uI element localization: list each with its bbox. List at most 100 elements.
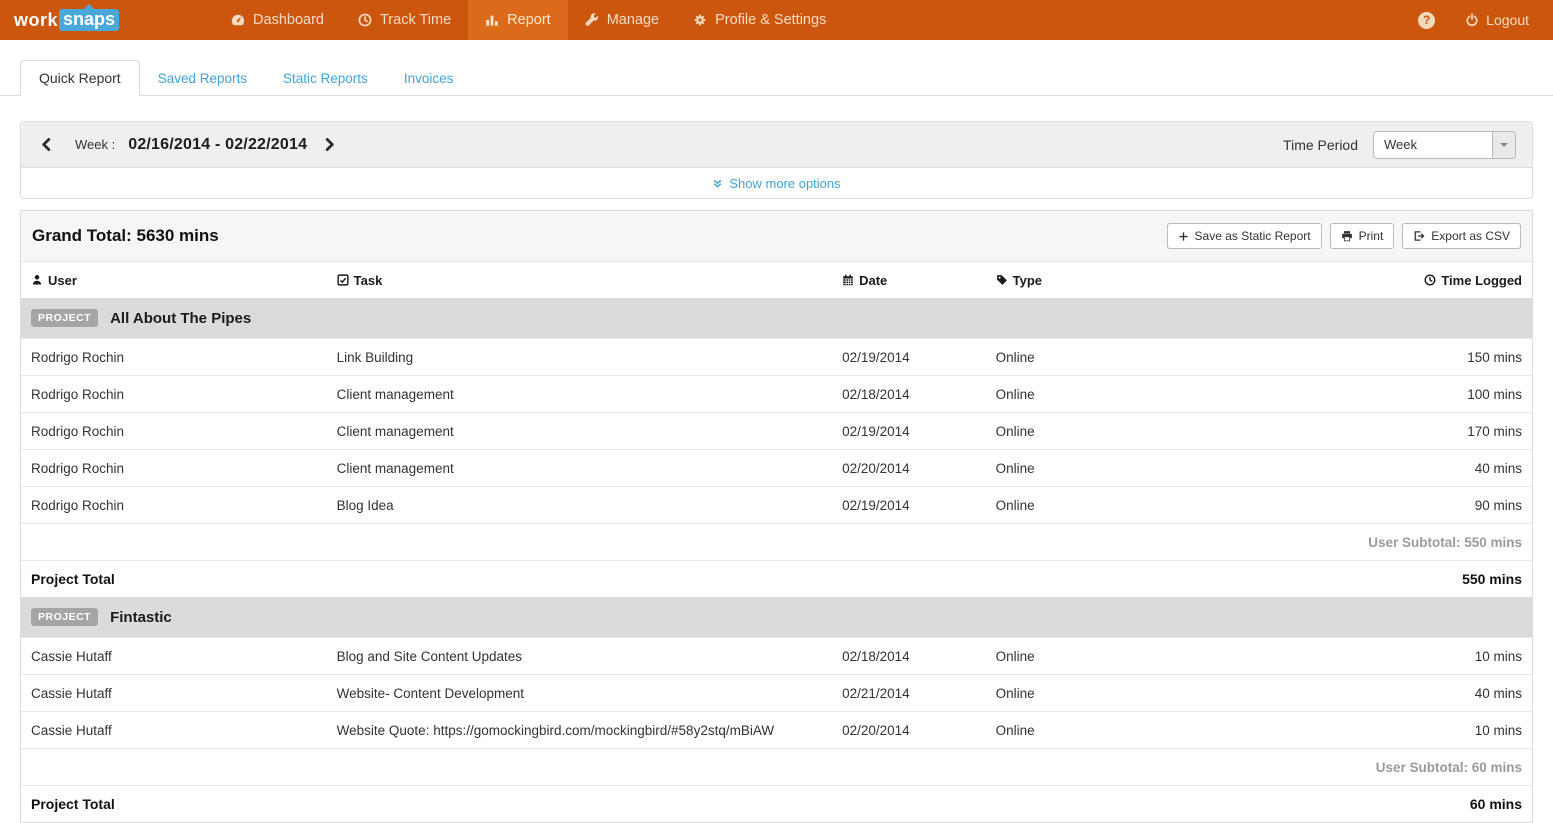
nav-dashboard[interactable]: Dashboard [214, 0, 341, 40]
cell-date: 02/18/2014 [842, 649, 996, 664]
cell-date: 02/20/2014 [842, 461, 996, 476]
user-subtotal: User Subtotal: 60 mins [1376, 760, 1522, 775]
tag-icon [996, 274, 1008, 286]
cell-date: 02/19/2014 [842, 350, 996, 365]
show-more-options-link[interactable]: Show more options [712, 176, 840, 191]
week-selector-bar: Week : 02/16/2014 - 02/22/2014 Time Peri… [21, 122, 1532, 168]
cell-time-logged: 100 mins [1160, 387, 1522, 402]
table-header-row: User Task Date Type Time Logged [21, 262, 1532, 298]
user-subtotal: User Subtotal: 550 mins [1368, 535, 1522, 550]
cell-task: Website Quote: https://gomockingbird.com… [337, 723, 842, 738]
cell-task: Client management [337, 461, 842, 476]
user-subtotal-row: User Subtotal: 60 mins [21, 748, 1532, 785]
grand-total: Grand Total: 5630 mins [32, 226, 219, 246]
check-square-icon [337, 274, 349, 286]
column-label: Time Logged [1441, 273, 1522, 288]
help-icon[interactable]: ? [1418, 12, 1435, 29]
top-navbar: worksnaps Dashboard Track Time Report Ma… [0, 0, 1553, 40]
cell-user: Rodrigo Rochin [31, 387, 337, 402]
next-week-button[interactable] [320, 135, 339, 154]
previous-week-button[interactable] [37, 135, 56, 154]
nav-profile-settings[interactable]: Profile & Settings [676, 0, 843, 40]
cell-user: Rodrigo Rochin [31, 461, 337, 476]
cell-time-logged: 40 mins [1160, 461, 1522, 476]
time-period-select[interactable]: Week [1373, 131, 1516, 159]
tab-saved-reports[interactable]: Saved Reports [140, 62, 265, 95]
cell-type: Online [996, 649, 1160, 664]
tab-invoices[interactable]: Invoices [386, 62, 472, 95]
cell-task: Client management [337, 424, 842, 439]
project-name: All About The Pipes [110, 310, 251, 327]
cell-user: Cassie Hutaff [31, 723, 337, 738]
project-total-value: 550 mins [1462, 571, 1522, 587]
cell-time-logged: 170 mins [1160, 424, 1522, 439]
report-header: Grand Total: 5630 mins Save as Static Re… [21, 211, 1532, 262]
cell-type: Online [996, 461, 1160, 476]
cell-task: Blog Idea [337, 498, 842, 513]
printer-icon [1341, 230, 1353, 242]
logout-button[interactable]: Logout [1465, 12, 1529, 28]
column-label: Type [1013, 273, 1042, 288]
settings-icon [693, 13, 707, 27]
cell-task: Client management [337, 387, 842, 402]
cell-task: Blog and Site Content Updates [337, 649, 842, 664]
column-header-date: Date [842, 273, 996, 288]
nav-item-label: Track Time [380, 12, 451, 28]
table-row: Rodrigo Rochin Link Building 02/19/2014 … [21, 338, 1532, 375]
cell-type: Online [996, 686, 1160, 701]
cell-type: Online [996, 424, 1160, 439]
cell-user: Cassie Hutaff [31, 686, 337, 701]
table-row: Cassie Hutaff Website- Content Developme… [21, 674, 1532, 711]
report-actions: Save as Static Report Print Export as CS… [1167, 223, 1521, 249]
project-total-row: Project Total 60 mins [21, 785, 1532, 822]
project-name: Fintastic [110, 609, 172, 626]
cell-time-logged: 40 mins [1160, 686, 1522, 701]
cell-time-logged: 90 mins [1160, 498, 1522, 513]
print-button[interactable]: Print [1330, 223, 1395, 249]
export-csv-button[interactable]: Export as CSV [1402, 223, 1521, 249]
show-more-options-label: Show more options [729, 176, 840, 191]
week-navigation: Week : 02/16/2014 - 02/22/2014 [37, 135, 339, 154]
cell-date: 02/19/2014 [842, 498, 996, 513]
double-chevron-down-icon [712, 178, 723, 189]
table-row: Cassie Hutaff Website Quote: https://gom… [21, 711, 1532, 748]
user-subtotal-row: User Subtotal: 550 mins [21, 523, 1532, 560]
cell-time-logged: 10 mins [1160, 649, 1522, 664]
project-badge: PROJECT [31, 309, 98, 327]
manage-icon [585, 13, 599, 27]
worksnaps-logo[interactable]: worksnaps [14, 9, 119, 31]
logo-text-work: work [14, 10, 58, 31]
main-nav: Dashboard Track Time Report Manage Profi… [214, 0, 843, 40]
nav-report[interactable]: Report [468, 0, 568, 40]
export-csv-label: Export as CSV [1431, 229, 1510, 243]
chevron-down-icon [1500, 143, 1508, 151]
dashboard-icon [231, 13, 245, 27]
tab-label: Quick Report [39, 70, 121, 86]
cell-task: Link Building [337, 350, 842, 365]
cell-date: 02/18/2014 [842, 387, 996, 402]
week-date-range: 02/16/2014 - 02/22/2014 [128, 136, 307, 154]
tab-quick-report[interactable]: Quick Report [20, 60, 140, 96]
time-period-value: Week [1374, 137, 1417, 152]
nav-track-time[interactable]: Track Time [341, 0, 468, 40]
select-dropdown-button[interactable] [1492, 132, 1515, 158]
time-period-label: Time Period [1283, 137, 1358, 153]
report-panel: Grand Total: 5630 mins Save as Static Re… [20, 210, 1533, 823]
save-static-report-button[interactable]: Save as Static Report [1167, 223, 1322, 249]
cell-task: Website- Content Development [337, 686, 842, 701]
cell-date: 02/19/2014 [842, 424, 996, 439]
cell-date: 02/20/2014 [842, 723, 996, 738]
week-label: Week : [75, 137, 115, 152]
project-total-row: Project Total 550 mins [21, 560, 1532, 597]
tab-static-reports[interactable]: Static Reports [265, 62, 386, 95]
column-header-task: Task [337, 273, 842, 288]
cell-type: Online [996, 387, 1160, 402]
cell-user: Rodrigo Rochin [31, 424, 337, 439]
time-period-control: Time Period Week [1283, 131, 1516, 159]
cell-type: Online [996, 498, 1160, 513]
logo-text-snaps: snaps [59, 9, 119, 31]
navbar-right: ? Logout [1418, 12, 1529, 29]
nav-manage[interactable]: Manage [568, 0, 676, 40]
save-static-report-label: Save as Static Report [1195, 229, 1311, 243]
plus-icon [1178, 231, 1189, 242]
